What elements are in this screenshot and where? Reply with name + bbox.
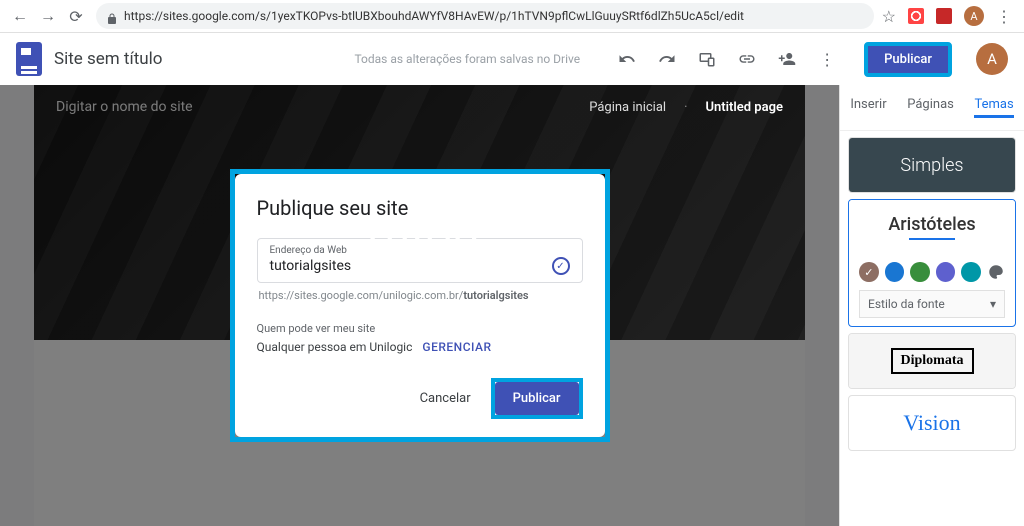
publish-button-dialog[interactable]: Publicar [495,382,579,415]
browser-toolbar: ← → ⟳ https://sites.google.com/s/1yexTKO… [0,0,1024,33]
color-swatch-2[interactable] [885,262,905,282]
nav-link-untitled[interactable]: Untitled page [705,100,783,115]
hero-section[interactable]: Digitar o nome do site Página inicial · … [34,85,805,340]
extension-icon-1[interactable] [908,8,924,24]
address-bar[interactable]: https://sites.google.com/s/1yexTKOPvs-bt… [96,3,874,29]
browser-menu-icon[interactable]: ⋮ [996,8,1012,24]
theme-list: Simples Aristóteles Estilo da fonte [840,131,1024,526]
link-icon[interactable] [738,50,756,68]
publish-button-highlight: Publicar [491,378,583,419]
theme-aristoteles-label: Aristóteles [888,214,975,235]
theme-vision[interactable]: Vision [848,395,1016,451]
color-swatch-5[interactable] [961,262,981,282]
extension-icon-2[interactable] [936,8,952,24]
more-icon[interactable]: ⋮ [818,50,836,68]
sites-logo-icon[interactable] [16,42,42,76]
forward-icon[interactable]: → [40,8,56,24]
manage-link[interactable]: GERENCIAR [422,340,491,354]
undo-icon[interactable] [618,50,636,68]
chevron-down-icon: ▾ [990,297,996,311]
preview-icon[interactable] [698,50,716,68]
browser-avatar[interactable]: A [964,6,984,26]
header-tools: ⋮ [592,50,836,68]
hero-topbar: Digitar o nome do site Página inicial · … [34,85,805,129]
underline-icon [909,238,955,240]
theme-simples[interactable]: Simples [848,137,1016,193]
redo-icon[interactable] [658,50,676,68]
sidebar-tabs: Inserir Páginas Temas [840,85,1024,131]
back-icon[interactable]: ← [12,8,28,24]
color-swatch-4[interactable] [936,262,956,282]
publish-button-header[interactable]: Publicar [864,42,952,77]
reload-icon[interactable]: ⟳ [68,8,84,24]
dialog-actions: Cancelar Publicar [257,378,583,419]
visibility-row: Qualquer pessoa em Unilogic GERENCIAR [257,340,583,354]
visibility-value: Qualquer pessoa em Unilogic [257,340,413,354]
font-style-select[interactable]: Estilo da fonte ▾ [859,290,1005,318]
themes-sidebar: Inserir Páginas Temas Simples Aristótele… [839,85,1024,526]
cancel-button[interactable]: Cancelar [410,383,481,414]
color-row [849,254,1015,290]
bookmark-icon[interactable]: ☆ [882,7,896,26]
theme-aristoteles[interactable]: Aristóteles Estilo da fonte ▾ [848,199,1016,327]
site-nav: Página inicial · Untitled page [589,100,783,115]
site-title[interactable]: Site sem título [54,49,162,69]
site-name-placeholder[interactable]: Digitar o nome do site [56,99,193,115]
app-header: Site sem título Todas as alterações fora… [0,33,1024,85]
save-status: Todas as alterações foram salvas no Driv… [354,52,580,66]
theme-diplomata-label: Diplomata [891,348,974,374]
tab-themes[interactable]: Temas [974,97,1013,118]
browser-nav: ← → ⟳ [8,8,88,24]
url-text: https://sites.google.com/s/1yexTKOPvs-bt… [124,9,864,23]
share-icon[interactable] [778,50,796,68]
tab-pages[interactable]: Páginas [907,97,954,118]
nav-link-home[interactable]: Página inicial [589,100,666,115]
tab-insert[interactable]: Inserir [850,97,886,118]
paint-icon[interactable] [987,263,1005,281]
color-swatch-1[interactable] [859,262,879,282]
lock-icon [106,10,118,22]
browser-actions: ☆ A ⋮ [882,6,1016,26]
hero-title[interactable]: Tutori [34,129,805,340]
color-swatch-3[interactable] [910,262,930,282]
app-avatar[interactable]: A [976,43,1008,75]
theme-diplomata[interactable]: Diplomata [848,333,1016,389]
font-style-label: Estilo da fonte [868,297,945,311]
